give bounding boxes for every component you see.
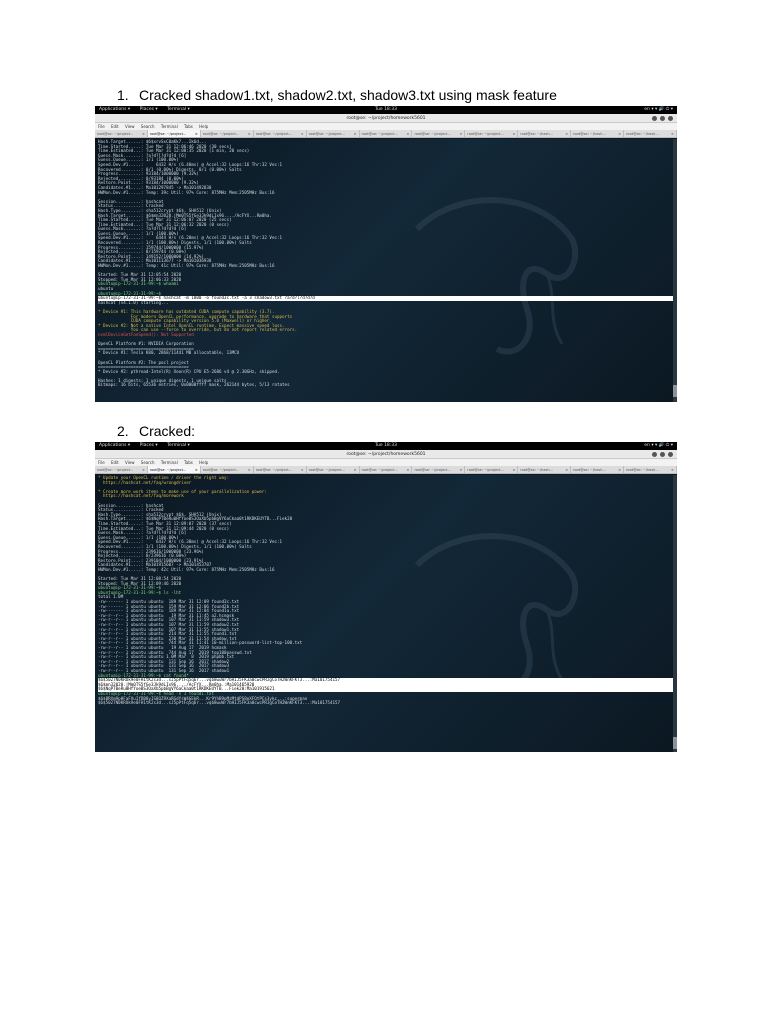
tab-bar: root@se: ~/project... × root@se: ~/projec… (95, 130, 677, 138)
menu-terminal[interactable]: Terminal (161, 124, 178, 129)
terminal-output[interactable]: * Update your OpenCL runtime / driver th… (95, 475, 677, 752)
close-tab-icon[interactable]: × (407, 466, 410, 473)
close-tab-icon[interactable]: × (354, 466, 357, 473)
close-tab-icon[interactable]: × (354, 130, 357, 137)
menu-tabs[interactable]: Tabs (184, 460, 193, 465)
close-tab-icon[interactable]: × (301, 130, 304, 137)
terminal-tab[interactable]: root@se: ~/hash... × (624, 130, 677, 137)
close-tab-icon[interactable]: × (565, 466, 568, 473)
scrollbar-thumb[interactable] (673, 385, 677, 397)
terminal-tab[interactable]: root@se: ~/hash... × (518, 130, 572, 137)
terminal-tab[interactable]: root@se: ~/project... × (412, 466, 466, 473)
status-icons[interactable]: en ▾ ▾ 🔊 ⏻ ▾ (644, 442, 673, 450)
terminal-tab[interactable]: root@se: ~/project... × (201, 130, 254, 137)
menu-edit[interactable]: Edit (111, 460, 119, 465)
terminal-screenshot-1: Applications ▾ Places ▾ Terminal ▾ Tue 1… (95, 106, 677, 402)
scrollbar-thumb[interactable] (673, 737, 677, 749)
close-tab-icon[interactable]: × (301, 466, 304, 473)
menu-file[interactable]: File (98, 124, 105, 129)
close-tab-icon[interactable]: × (407, 130, 410, 137)
window-title-bar: root@se: ~/project/homework5601 (95, 114, 677, 123)
close-tab-icon[interactable]: × (142, 466, 145, 473)
terminal-tab[interactable]: root@se: ~/project... × (95, 466, 148, 473)
close-tab-icon[interactable]: × (248, 466, 251, 473)
close-tab-icon[interactable]: × (671, 130, 674, 137)
maximize-icon[interactable] (660, 452, 665, 457)
terminal-tab[interactable]: root@se: ~/hash... × (571, 130, 625, 137)
terminal-tab-active[interactable]: root@se: ~/project... × (147, 130, 201, 137)
menu-edit[interactable]: Edit (111, 124, 119, 129)
close-tab-icon[interactable]: × (512, 466, 515, 473)
terminal-tab[interactable]: root@se: ~/project... × (307, 466, 360, 473)
terminal-tab[interactable]: root@se: ~/project... × (201, 466, 254, 473)
close-icon[interactable] (668, 116, 673, 121)
terminal-tab[interactable]: root@se: ~/project... × (465, 130, 519, 137)
window-title: root@se: ~/project/homework5601 (346, 452, 426, 457)
close-tab-icon[interactable]: × (195, 466, 198, 473)
terminal-tab[interactable]: root@se: ~/project... × (360, 130, 413, 137)
close-tab-icon[interactable]: × (459, 130, 462, 137)
caption-text: Cracked shadow1.txt, shadow2.txt, shadow… (139, 87, 557, 103)
terminal-tab[interactable]: root@se: ~/project... × (465, 466, 519, 473)
close-tab-icon[interactable]: × (195, 130, 198, 137)
menu-view[interactable]: View (125, 124, 135, 129)
close-tab-icon[interactable]: × (618, 130, 621, 137)
status-icons[interactable]: en ▾ ▾ 🔊 ⏻ ▾ (644, 106, 673, 114)
close-tab-icon[interactable]: × (618, 466, 621, 473)
maximize-icon[interactable] (660, 116, 665, 121)
terminal-lines: * Update your OpenCL runtime / driver th… (98, 475, 674, 706)
terminal-tab[interactable]: root@se: ~/hash... × (624, 466, 677, 473)
terminal-lines: Hash.Target......: $6$xrvSxC0aKk7...Ik6d… (98, 139, 674, 388)
minimize-icon[interactable] (652, 452, 657, 457)
terminal-line: $6$5027N0KRUk9e0FH1tK2s3d...sJ5pPtFq5q6r… (98, 700, 341, 706)
tab-bar: root@se: ~/project... × root@se: ~/projec… (95, 466, 677, 474)
list-item-1: 1. Cracked shadow1.txt, shadow2.txt, shad… (117, 87, 557, 103)
terminal-tab[interactable]: root@se: ~/project... × (254, 466, 307, 473)
list-number: 1. (117, 87, 129, 103)
menu-search[interactable]: Search (141, 460, 155, 465)
caption-text: Cracked: (139, 423, 196, 439)
scrollbar[interactable] (673, 139, 677, 402)
clock: Tue 18:33 (374, 443, 398, 448)
menu-terminal[interactable]: Terminal (161, 460, 178, 465)
menu-view[interactable]: View (125, 460, 135, 465)
close-tab-icon[interactable]: × (248, 130, 251, 137)
menu-help[interactable]: Help (199, 124, 208, 129)
terminal-tab[interactable]: root@se: ~/hash... × (518, 466, 572, 473)
terminal-screenshot-2: Applications ▾ Places ▾ Terminal ▾ Tue 1… (95, 442, 677, 752)
close-tab-icon[interactable]: × (671, 466, 674, 473)
terminal-output[interactable]: Hash.Target......: $6$xrvSxC0aKk7...Ik6d… (95, 139, 677, 402)
menu-file[interactable]: File (98, 460, 105, 465)
window-title: root@se: ~/project/homework5601 (346, 116, 426, 121)
menu-help[interactable]: Help (199, 460, 208, 465)
terminal-tab[interactable]: root@se: ~/project... × (254, 130, 307, 137)
scrollbar[interactable] (673, 475, 677, 752)
terminal-tab[interactable]: root@se: ~/project... × (360, 466, 413, 473)
menu-tabs[interactable]: Tabs (184, 124, 193, 129)
menu-bar: File Edit View Search Terminal Tabs Help (95, 459, 677, 466)
desktop-top-bar: Applications ▾ Places ▾ Terminal ▾ Tue 1… (95, 442, 677, 450)
minimize-icon[interactable] (652, 116, 657, 121)
window-title-bar: root@se: ~/project/homework5601 (95, 450, 677, 459)
menu-search[interactable]: Search (141, 124, 155, 129)
desktop-top-bar: Applications ▾ Places ▾ Terminal ▾ Tue 1… (95, 106, 677, 114)
list-number: 2. (117, 423, 129, 439)
close-icon[interactable] (668, 452, 673, 457)
menu-bar: File Edit View Search Terminal Tabs Help (95, 123, 677, 130)
terminal-tab[interactable]: root@se: ~/project... × (412, 130, 466, 137)
terminal-line: Bitmaps: 16 bits, 65536 entries, 0x0000f… (98, 382, 290, 388)
close-tab-icon[interactable]: × (512, 130, 515, 137)
terminal-tab-active[interactable]: root@se: ~/project... × (147, 466, 201, 473)
close-tab-icon[interactable]: × (565, 130, 568, 137)
clock: Tue 18:33 (374, 107, 398, 112)
close-tab-icon[interactable]: × (142, 130, 145, 137)
terminal-tab[interactable]: root@se: ~/project... × (307, 130, 360, 137)
close-tab-icon[interactable]: × (459, 466, 462, 473)
terminal-tab[interactable]: root@se: ~/project... × (95, 130, 148, 137)
terminal-tab[interactable]: root@se: ~/hash... × (571, 466, 625, 473)
list-item-2: 2. Cracked: (117, 423, 195, 439)
